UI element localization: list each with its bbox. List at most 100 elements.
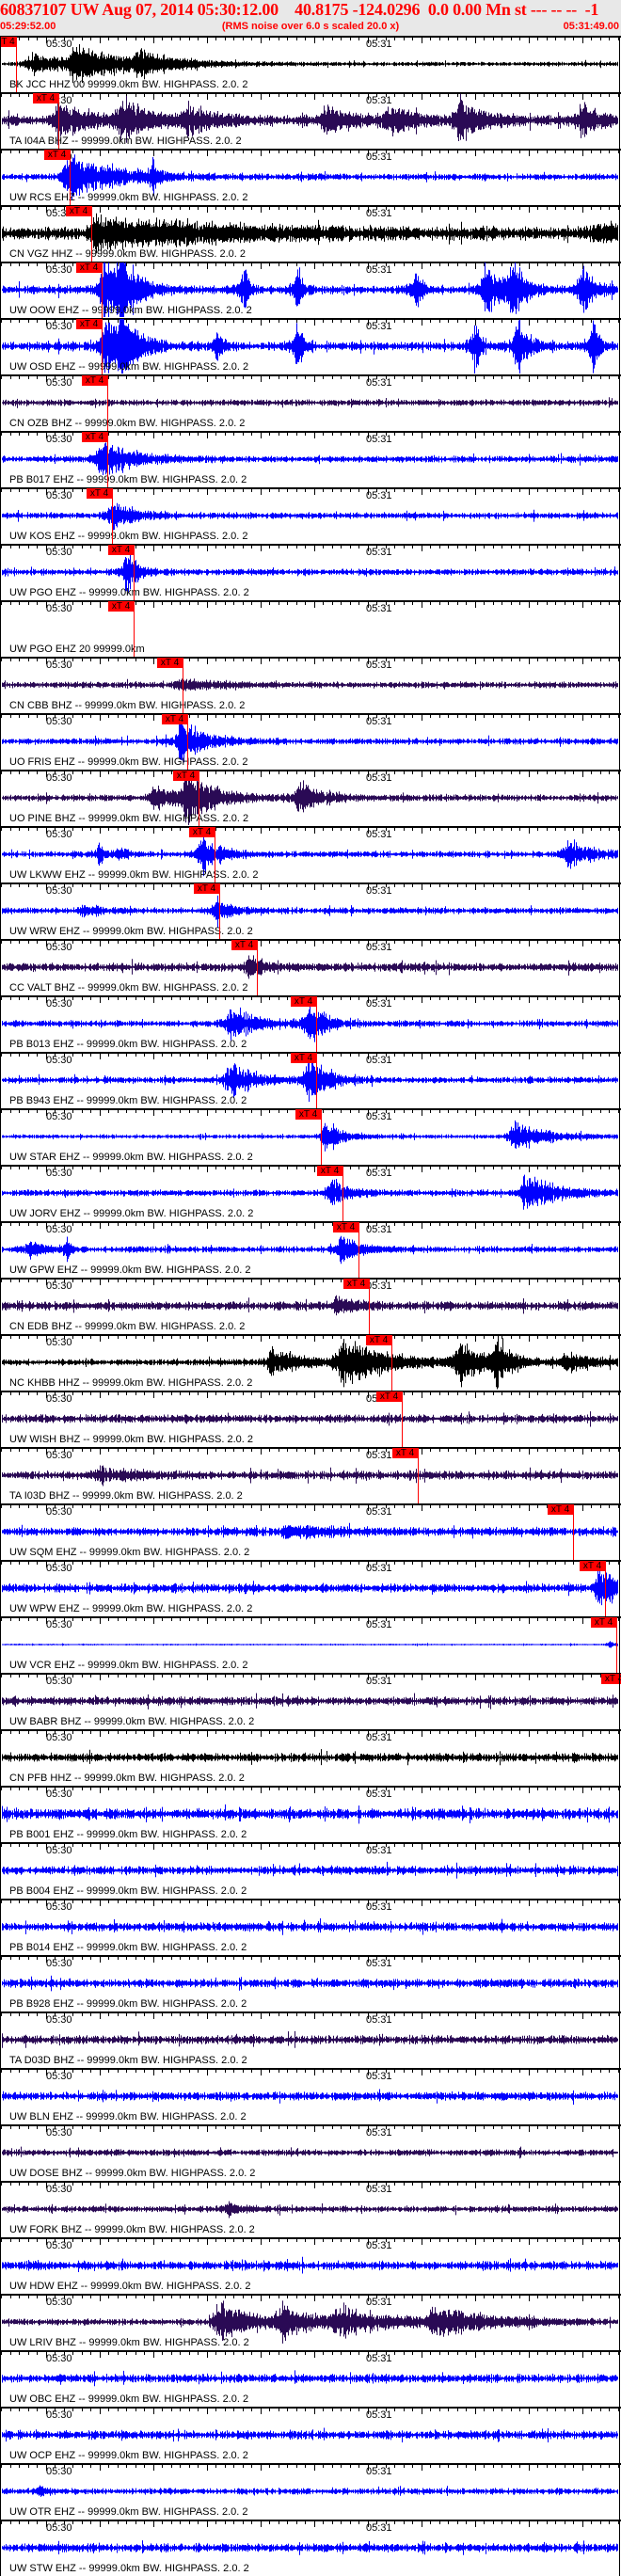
pick-marker[interactable]: xT 4 — [295, 1109, 321, 1120]
tick-label-0530: 05:30 — [46, 1901, 72, 1913]
pick-marker[interactable]: xT 4 — [343, 1279, 369, 1289]
right-border — [619, 36, 620, 2576]
trace-panel: 05:30 05:31 UO FRIS EHZ -- 99999.0km BW. H… — [0, 713, 621, 771]
pick-marker[interactable]: T 4 — [0, 37, 16, 47]
tick-label-0531: 05:31 — [366, 716, 392, 727]
channel-label: UW OCP EHZ -- 99999.0km BW. HIGHPASS. 2.… — [9, 2450, 248, 2461]
pick-line[interactable] — [573, 1504, 574, 1561]
pick-line[interactable] — [102, 319, 103, 375]
pick-line[interactable] — [257, 940, 258, 996]
pick-line[interactable] — [187, 714, 188, 771]
tick-label-0530: 05:30 — [46, 1393, 72, 1405]
pick-marker[interactable]: xT 4 — [392, 1448, 418, 1458]
waveform-trace — [2, 1295, 618, 1316]
pick-marker[interactable]: xT 4 — [108, 601, 134, 612]
pick-line[interactable] — [16, 37, 17, 93]
pick-marker[interactable]: xT 4 — [76, 319, 102, 329]
tick-label-0531: 05:31 — [366, 2184, 392, 2195]
pick-marker[interactable]: xT 4 — [194, 883, 219, 894]
pick-marker[interactable]: xT 4 — [591, 1617, 616, 1628]
pick-line[interactable] — [605, 1561, 606, 1617]
waveform-trace — [2, 1120, 618, 1152]
tick-label-0531: 05:31 — [366, 1789, 392, 1800]
pick-line[interactable] — [112, 488, 113, 545]
waveform-trace — [2, 2201, 618, 2218]
pick-line[interactable] — [70, 150, 71, 206]
pick-line[interactable] — [616, 1617, 617, 1674]
pick-marker[interactable]: xT 4 — [291, 1053, 316, 1063]
channel-label: CN OZB BHZ -- 99999.0km BW. HIGHPASS. 2.… — [9, 418, 246, 429]
pick-marker[interactable]: xT 4 — [157, 658, 183, 668]
tick-label-0531: 05:31 — [366, 1111, 392, 1122]
pick-marker[interactable]: xT 4 — [601, 1674, 621, 1684]
pick-marker[interactable]: xT 4 — [82, 432, 107, 442]
pick-marker[interactable]: xT 4 — [87, 488, 112, 499]
waveform-trace — [2, 1975, 618, 1992]
trace-panel: 05:30 05:31 CN VGZ HHZ -- 99999.0km BW. HI… — [0, 205, 621, 262]
waveform-trace — [2, 502, 618, 531]
pick-line[interactable] — [102, 262, 103, 319]
pick-line[interactable] — [342, 1166, 343, 1222]
pick-marker[interactable]: xT 4 — [366, 1335, 391, 1345]
channel-label: UW WISH BHZ -- 99999.0km BW. HIGHPASS. 2… — [9, 1434, 253, 1445]
tick-label-0530: 05:30 — [46, 39, 72, 50]
channel-label: TA I04A BHZ -- 99999.0km BW. HIGHPASS. 2… — [9, 135, 242, 147]
tick-label-0531: 05:31 — [366, 2353, 392, 2364]
pick-line[interactable] — [391, 1335, 392, 1391]
pick-line[interactable] — [134, 601, 135, 658]
pick-line[interactable] — [58, 93, 59, 150]
tick-label-0531: 05:31 — [366, 2127, 392, 2139]
pick-marker[interactable]: xT 4 — [44, 150, 70, 160]
tick-label-0530: 05:30 — [46, 1676, 72, 1687]
pick-marker[interactable]: xT 4 — [173, 771, 199, 781]
end-time: 05:31:49.00 — [563, 21, 619, 32]
pick-marker[interactable]: xT 4 — [66, 206, 91, 216]
pick-marker[interactable]: xT 4 — [333, 1222, 358, 1232]
pick-marker[interactable]: xT 4 — [231, 940, 257, 950]
pick-marker[interactable]: xT 4 — [162, 714, 187, 724]
pick-line[interactable] — [316, 996, 317, 1053]
pick-marker[interactable]: xT 4 — [108, 545, 134, 555]
pick-line[interactable] — [91, 206, 92, 262]
tick-label-0530: 05:30 — [46, 1337, 72, 1348]
pick-line[interactable] — [369, 1279, 370, 1335]
tick-label-0531: 05:31 — [366, 660, 392, 671]
tick-label-0530: 05:30 — [46, 1168, 72, 1179]
tick-label-0531: 05:31 — [366, 2466, 392, 2477]
pick-marker[interactable]: xT 4 — [376, 1391, 402, 1402]
pick-line[interactable] — [358, 1222, 359, 1279]
pick-marker[interactable]: xT 4 — [291, 996, 316, 1007]
pick-line[interactable] — [418, 1448, 419, 1504]
trace-panel: 05:3005:31UW WISH BHZ -- 99999.0km BW. H… — [0, 1391, 621, 1448]
tick-label-0530: 05:30 — [46, 1111, 72, 1122]
pick-marker[interactable]: xT 4 — [580, 1561, 605, 1571]
left-border — [0, 36, 1, 2576]
start-time: 05:29:52.00 — [0, 21, 56, 32]
waveform-trace — [2, 1568, 618, 1606]
pick-line[interactable] — [402, 1391, 403, 1448]
pick-line[interactable] — [107, 375, 108, 432]
pick-line[interactable] — [134, 545, 135, 601]
pick-marker[interactable]: xT 4 — [317, 1166, 342, 1176]
pick-line[interactable] — [316, 1053, 317, 1109]
tick-label-0530: 05:30 — [46, 2466, 72, 2477]
pick-line[interactable] — [107, 432, 108, 488]
trace-panel: 05:30 05:31 UW WRW EHZ -- 99999.0km BW. HI… — [0, 883, 621, 940]
tick-label-0530: 05:30 — [46, 2409, 72, 2421]
trace-panel: 05:30 05:31 PB B014 EHZ -- 99999.0km BW. H… — [0, 1899, 621, 1955]
pick-marker[interactable]: xT 4 — [189, 827, 215, 837]
tick-label-0531: 05:31 — [366, 1676, 392, 1687]
tick-label-0531: 05:31 — [366, 1450, 392, 1461]
waveform-trace — [2, 677, 618, 692]
pick-marker[interactable]: xT 4 — [76, 262, 102, 273]
pick-marker[interactable]: xT 4 — [548, 1504, 573, 1515]
pick-line[interactable] — [219, 883, 220, 940]
pick-marker[interactable]: xT 4 — [33, 93, 58, 103]
pick-marker[interactable]: xT 4 — [82, 375, 107, 386]
tick-label-0531: 05:31 — [366, 998, 392, 1010]
channel-label: CC VALT BHZ -- 99999.0km BW. HIGHPASS. 2… — [9, 982, 248, 994]
channel-label: UW JORV EHZ -- 99999.0km BW. HIGHPASS. 2… — [9, 1208, 254, 1219]
channel-label: UW HDW EHZ -- 99999.0km BW. HIGHPASS. 2.… — [9, 2281, 251, 2292]
pick-line[interactable] — [321, 1109, 322, 1166]
trace-panel: 05:30 05:31 UW VCR EHZ -- 99999.0km BW. HI… — [0, 1616, 621, 1674]
